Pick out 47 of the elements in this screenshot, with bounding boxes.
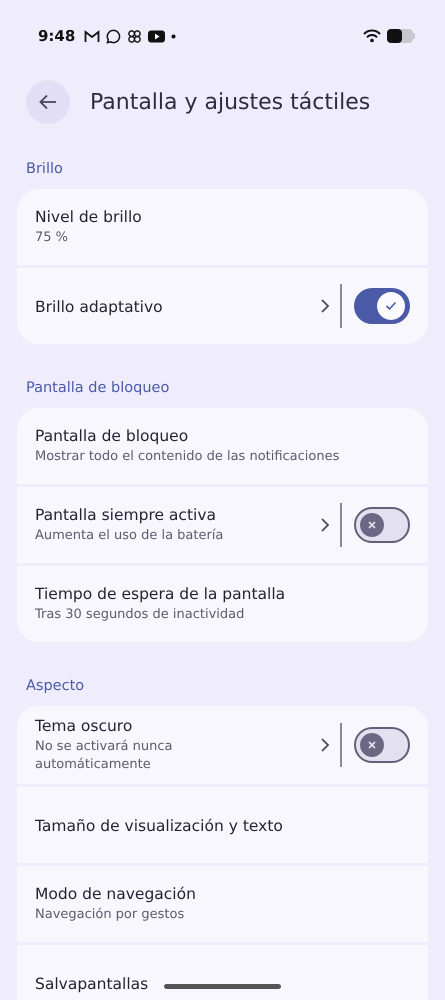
check-icon: [385, 301, 397, 311]
settings-item[interactable]: Pantalla siempre activa Aumenta el uso de la batería: [17, 487, 428, 563]
item-subtitle: Navegación por gestos: [35, 906, 186, 924]
item-subtitle: Mostrar todo el contenido de las notificaciones: [35, 448, 340, 466]
item-title: Pantalla siempre activa: [35, 506, 216, 524]
chevron-icon: [320, 517, 330, 533]
section-label: Pantalla de bloqueo: [25, 379, 170, 398]
toggle-switch[interactable]: [354, 727, 410, 764]
chat-icon: [106, 28, 122, 44]
back-arrow-icon: [39, 94, 57, 110]
item-title: Tiempo de espera de la pantalla: [35, 584, 286, 603]
item-subtitle: No se activará nunca automáticamente: [35, 738, 174, 774]
video-icon: [148, 30, 166, 42]
item-title: Pantalla de bloqueo: [35, 426, 188, 445]
settings-item[interactable]: Tamaño de visualización y texto: [17, 787, 428, 864]
back-button[interactable]: [26, 80, 70, 124]
settings-item[interactable]: Brillo adaptativo: [17, 268, 428, 344]
item-title: Modo de navegación: [35, 885, 196, 904]
chevron-icon: [320, 737, 330, 754]
item-title: Tamaño de visualización y texto: [35, 816, 283, 835]
section-label: Aspecto: [25, 677, 86, 696]
section-label: Brillo: [25, 160, 64, 179]
close-icon: [367, 740, 377, 750]
toggle-switch[interactable]: [354, 288, 410, 324]
settings-item[interactable]: Tema oscuro No se activará nunca automáticamente: [17, 706, 428, 784]
page-title: Pantalla y ajustes táctiles: [90, 90, 370, 114]
item-subtitle: 75 %: [35, 228, 70, 247]
status-time: 9:48: [38, 27, 76, 45]
mail-icon: [84, 30, 100, 42]
dot-icon: [171, 34, 176, 38]
item-subtitle: Aumenta el uso de la batería: [35, 526, 224, 545]
settings-item[interactable]: Pantalla de bloqueo Mostrar todo el contenido de las notificaciones: [17, 408, 428, 484]
item-title: Brillo adaptativo: [35, 298, 163, 316]
wifi-icon: [363, 29, 381, 43]
settings-item[interactable]: Salvapantallas: [17, 945, 428, 1000]
settings-item[interactable]: Modo de navegación Navegación por gestos: [17, 866, 428, 942]
chevron-icon: [320, 298, 330, 314]
item-subtitle: Tras 30 segundos de inactividad: [35, 606, 246, 624]
toggle-switch[interactable]: [354, 507, 410, 543]
settings-item[interactable]: Nivel de brillo 75 %: [17, 189, 428, 265]
item-title: Nivel de brillo: [35, 208, 142, 226]
item-title: Salvapantallas: [35, 974, 148, 993]
pinwheel-icon: [127, 28, 142, 44]
close-icon: [367, 520, 377, 530]
item-title: Tema oscuro: [35, 717, 132, 735]
settings-item[interactable]: Tiempo de espera de la pantalla Tras 30 segundos de inactividad: [17, 566, 428, 642]
battery-icon: [387, 29, 415, 43]
